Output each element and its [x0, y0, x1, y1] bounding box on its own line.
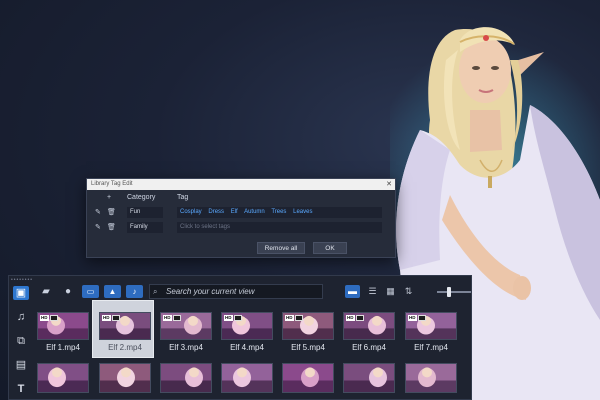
category-column-header: Category [127, 194, 156, 201]
trash-icon[interactable]: 🗑 [107, 208, 116, 216]
clip-thumbnail-image [161, 364, 211, 392]
add-row-icon[interactable]: + [107, 194, 111, 201]
remove-all-button[interactable]: Remove all [257, 242, 305, 254]
tag-row: ✎ 🗑 Family Click to select tags [87, 221, 395, 234]
clip-label: Elf 4.mp4 [230, 343, 264, 352]
tag-chip[interactable]: Elf [231, 209, 238, 215]
hd-badge: HD [102, 315, 111, 321]
hd-badge: HD [285, 315, 294, 321]
dialog-title: Library Tag Edit [91, 181, 133, 187]
clip-item[interactable] [221, 363, 273, 393]
clip-label: Elf 2.mp4 [108, 343, 142, 352]
dialog-title-bar: Library Tag Edit ✕ [87, 179, 395, 190]
library-toolbar: ▰ ● ▭ ▲ ♪ ⌕ Search your current view ▬ ☰… [35, 284, 471, 300]
clip-item[interactable] [282, 363, 334, 393]
video-type-icon [173, 315, 181, 321]
clip-thumbnail-image [222, 364, 272, 392]
clip-item[interactable]: HD Elf 1.mp4 [37, 312, 89, 352]
grid-view-icon[interactable]: ▦ [383, 285, 398, 298]
media-library-icon[interactable]: ▣ [13, 286, 29, 300]
video-type-icon [418, 315, 426, 321]
clip-item[interactable]: HD Elf 6.mp4 [343, 312, 395, 352]
clip-item[interactable]: HD Elf 3.mp4 [160, 312, 212, 352]
title-icon[interactable]: ▤ [13, 358, 29, 372]
search-placeholder: Search your current view [166, 287, 255, 296]
zoom-slider-track[interactable] [437, 291, 471, 293]
sort-icon[interactable]: ⇅ [401, 285, 416, 298]
clip-item[interactable] [405, 363, 457, 393]
clip-label: Elf 6.mp4 [352, 343, 386, 352]
search-icon: ⌕ [153, 287, 158, 296]
tag-chip[interactable]: Autumn [244, 209, 265, 215]
clip-item[interactable] [37, 363, 89, 393]
clip-item[interactable]: HD Elf 4.mp4 [221, 312, 273, 352]
tag-chip[interactable]: Trees [271, 209, 286, 215]
thumbnail-view-icon[interactable]: ▬ [345, 285, 360, 298]
clip-thumbnail-image [38, 364, 88, 392]
music-icon[interactable]: ♫ [13, 310, 29, 324]
tags-placeholder: Click to select tags [180, 224, 231, 230]
edit-icon[interactable]: ✎ [95, 208, 101, 216]
video-filter-icon[interactable]: ▭ [82, 285, 99, 298]
category-field[interactable]: Fun [127, 207, 163, 218]
clip-item[interactable]: HD Elf 7.mp4 [405, 312, 457, 352]
hd-badge: HD [224, 315, 233, 321]
clip-label: Elf 1.mp4 [46, 343, 80, 352]
clip-label: Elf 3.mp4 [169, 343, 203, 352]
video-type-icon [234, 315, 242, 321]
edit-icon[interactable]: ✎ [95, 223, 101, 231]
tag-chip[interactable]: Leaves [293, 209, 312, 215]
search-input[interactable]: ⌕ Search your current view [149, 284, 323, 299]
clip-item[interactable]: HD Elf 2.mp4 [99, 312, 151, 352]
clip-thumbnail-image [344, 364, 394, 392]
audio-filter-icon[interactable]: ♪ [126, 285, 143, 298]
transition-icon[interactable]: ⧉ [13, 334, 29, 348]
library-tag-edit-dialog: Library Tag Edit ✕ + Category Tag ✎ 🗑 Fu… [86, 178, 396, 258]
hd-badge: HD [408, 315, 417, 321]
hd-badge: HD [346, 315, 355, 321]
clip-item[interactable] [99, 363, 151, 393]
hd-badge: HD [40, 315, 49, 321]
tags-field[interactable]: Click to select tags [177, 222, 382, 233]
tag-column-header: Tag [177, 194, 189, 201]
side-toolbar: ▣ ♫ ⧉ ▤ T [9, 282, 33, 400]
hd-badge: HD [163, 315, 172, 321]
ok-button[interactable]: OK [313, 242, 347, 254]
folder-open-icon[interactable]: ▰ [39, 285, 53, 299]
disc-icon[interactable]: ● [61, 285, 75, 299]
tags-field[interactable]: Cosplay Dress Elf Autumn Trees Leaves [177, 207, 382, 218]
clip-thumbnail-image [283, 364, 333, 392]
clip-item[interactable] [343, 363, 395, 393]
clip-label: Elf 7.mp4 [414, 343, 448, 352]
clip-item[interactable] [160, 363, 212, 393]
trash-icon[interactable]: 🗑 [107, 223, 116, 231]
photo-filter-icon[interactable]: ▲ [104, 285, 121, 298]
video-type-icon [112, 315, 120, 321]
tag-row: ✎ 🗑 Fun Cosplay Dress Elf Autumn Trees L… [87, 206, 395, 219]
clip-thumbnail-image [100, 364, 150, 392]
zoom-slider-knob[interactable] [447, 287, 451, 297]
close-icon[interactable]: ✕ [386, 179, 392, 190]
tag-chip[interactable]: Cosplay [180, 209, 202, 215]
list-view-icon[interactable]: ☰ [365, 285, 380, 298]
video-type-icon [295, 315, 303, 321]
video-type-icon [50, 315, 58, 321]
clip-label: Elf 5.mp4 [291, 343, 325, 352]
video-type-icon [356, 315, 364, 321]
clip-item[interactable]: HD Elf 5.mp4 [282, 312, 334, 352]
tag-chip[interactable]: Dress [208, 209, 224, 215]
text-icon[interactable]: T [13, 382, 29, 396]
category-field[interactable]: Family [127, 222, 163, 233]
clip-thumbnail-image [406, 364, 456, 392]
